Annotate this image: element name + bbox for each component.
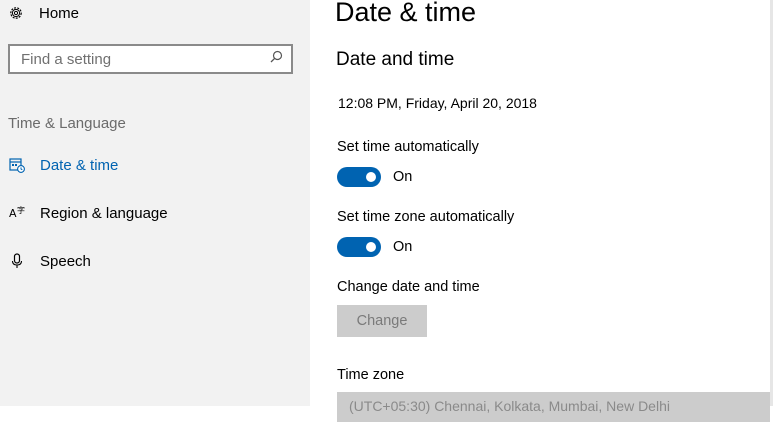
sidebar: Home Time & Language Date & time [0, 0, 310, 406]
toggle-knob [366, 172, 376, 182]
search-icon[interactable] [270, 50, 283, 68]
section-heading: Date and time [336, 49, 455, 70]
main-content: Date & time Date and time 12:08 PM, Frid… [310, 0, 773, 422]
section-label: Time & Language [8, 115, 126, 132]
microphone-icon [8, 252, 26, 270]
sidebar-home[interactable]: Home [8, 3, 79, 23]
set-tz-auto-label: Set time zone automatically [337, 209, 515, 225]
change-button[interactable]: Change [337, 305, 427, 337]
calendar-clock-icon [8, 156, 26, 174]
sidebar-item-label: Date & time [40, 156, 119, 174]
svg-text:字: 字 [17, 205, 25, 215]
page-title: Date & time [335, 0, 477, 27]
set-time-auto-label: Set time automatically [337, 139, 479, 155]
toggle-knob [366, 242, 376, 252]
sidebar-home-label: Home [39, 4, 80, 22]
change-date-time-label: Change date and time [337, 279, 480, 295]
gear-icon [8, 5, 24, 21]
language-icon: A 字 [8, 204, 26, 222]
search-input[interactable] [21, 50, 261, 68]
current-datetime: 12:08 PM, Friday, April 20, 2018 [338, 95, 537, 111]
sidebar-item-speech[interactable]: Speech [8, 250, 91, 272]
sidebar-item-region-language[interactable]: A 字 Region & language [8, 202, 168, 224]
set-time-auto-toggle[interactable] [337, 167, 381, 187]
sidebar-item-label: Region & language [40, 204, 168, 222]
sidebar-item-label: Speech [40, 252, 91, 270]
svg-text:A: A [9, 207, 17, 220]
time-zone-label: Time zone [337, 367, 405, 383]
search-box[interactable] [8, 44, 293, 74]
sidebar-item-date-time[interactable]: Date & time [8, 154, 118, 176]
time-zone-select[interactable]: (UTC+05:30) Chennai, Kolkata, Mumbai, Ne… [337, 392, 770, 422]
set-tz-auto-toggle[interactable] [337, 237, 381, 257]
set-tz-auto-state: On [393, 239, 413, 255]
set-time-auto-state: On [393, 169, 413, 185]
